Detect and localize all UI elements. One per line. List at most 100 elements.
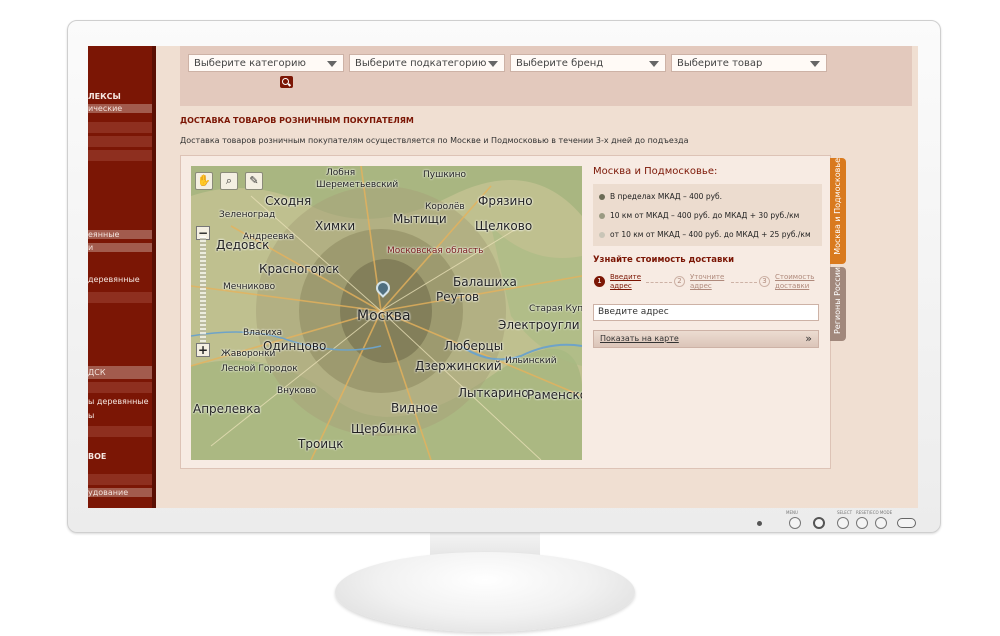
zoom-in-button[interactable]: + — [196, 343, 210, 357]
page-title: ДОСТАВКА ТОВАРОВ РОЗНИЧНЫМ ПОКУПАТЕЛЯМ — [180, 116, 414, 125]
city-label: Дзержинский — [415, 359, 502, 373]
step-delivery-cost[interactable]: Стоимость доставки — [775, 273, 814, 291]
chevron-down-icon — [488, 61, 498, 67]
chevron-down-icon — [810, 61, 820, 67]
address-input[interactable]: Введите адрес — [593, 304, 819, 321]
tab-russian-regions[interactable]: Регионы России — [830, 267, 846, 341]
sidebar-item-5[interactable]: ДСК — [88, 366, 152, 379]
city-label: Апрелевка — [193, 402, 261, 416]
tab-label: Регионы России — [833, 267, 842, 335]
monitor-button-menu[interactable] — [813, 517, 825, 529]
sidebar-item-6[interactable]: ы деревянные — [88, 397, 152, 406]
region-label: Московская область — [387, 246, 484, 256]
step-label: Уточните — [690, 273, 725, 281]
city-label: Москва — [357, 308, 411, 324]
step-connector — [731, 282, 757, 283]
zone-dot-icon — [599, 232, 605, 238]
step-label: доставки — [775, 282, 810, 290]
region-title: Москва и Подмосковье: — [593, 166, 718, 177]
sidebar-separator — [88, 136, 152, 147]
step-refine-address[interactable]: Уточните адрес — [690, 273, 724, 291]
sidebar-separator — [88, 150, 152, 161]
step-label: Введите — [610, 273, 642, 281]
sidebar-item-1[interactable]: ические — [88, 104, 152, 113]
brand-select[interactable]: Выберите бренд — [510, 54, 666, 72]
menu-label: MENU — [786, 510, 798, 515]
step-label: адрес — [690, 282, 712, 290]
city-label: Ильинский — [505, 356, 557, 366]
tab-moscow-region[interactable]: Москва и Подмосковье — [830, 158, 846, 264]
monitor-button-select[interactable] — [837, 517, 849, 529]
city-label: Красногорск — [259, 262, 340, 276]
delivery-zones: В пределах МКАД – 400 руб. 10 км от МКАД… — [593, 184, 822, 246]
double-chevron-right-icon: » — [805, 332, 812, 345]
brand-select-value: Выберите бренд — [516, 58, 604, 69]
sidebar-edge — [152, 46, 156, 508]
city-label: Реутов — [436, 290, 480, 304]
product-select[interactable]: Выберите товар — [671, 54, 827, 72]
sidebar-item-4[interactable]: деревянные — [88, 275, 152, 284]
step-number: 3 — [759, 276, 770, 287]
city-label: Троицк — [298, 437, 344, 451]
city-label: Старая Купавна — [529, 304, 582, 314]
step-number: 2 — [674, 276, 685, 287]
city-label: Зеленоград — [219, 210, 276, 220]
zoom-icon[interactable]: ⌕ — [220, 172, 238, 190]
city-label: Щелково — [475, 219, 533, 233]
category-select[interactable]: Выберите категорию — [188, 54, 344, 72]
zone-text: 10 км от МКАД – 400 руб. до МКАД + 30 ру… — [610, 211, 800, 220]
city-label: Пушкино — [423, 170, 467, 180]
show-on-map-button[interactable]: Показать на карте » — [593, 330, 819, 348]
step-label: адрес — [610, 282, 632, 290]
city-label: Сходня — [265, 194, 312, 208]
city-label: Жаворонки — [221, 349, 276, 359]
sidebar-item-0[interactable]: ЛЕКСЫ — [88, 92, 152, 101]
city-label: Андреевка — [243, 232, 295, 242]
sidebar-item-9[interactable]: удование — [88, 488, 152, 497]
zone-dot-icon — [599, 194, 605, 200]
step-enter-address[interactable]: Введите адрес — [610, 273, 641, 291]
city-label: Раменское — [527, 388, 582, 402]
city-label: Лобня — [326, 168, 356, 178]
hand-icon[interactable]: ✋ — [195, 172, 213, 190]
monitor-button-3[interactable] — [856, 517, 868, 529]
sidebar-item-2[interactable]: еянные — [88, 230, 152, 239]
city-label: Химки — [315, 219, 356, 233]
monitor-stand — [335, 552, 635, 632]
ruler-icon[interactable]: ✎ — [245, 172, 263, 190]
chevron-down-icon — [327, 61, 337, 67]
zoom-slider[interactable] — [200, 236, 206, 344]
sidebar-separator — [88, 474, 152, 485]
chevron-down-icon — [649, 61, 659, 67]
city-label: Мечниково — [223, 282, 276, 292]
category-select-value: Выберите категорию — [194, 58, 306, 69]
zone-dot-icon — [599, 213, 605, 219]
sidebar-separator — [88, 122, 152, 133]
sidebar-item-7[interactable]: ы — [88, 411, 152, 420]
subcategory-select-value: Выберите подкатегорию — [355, 58, 487, 69]
search-icon[interactable] — [280, 76, 293, 88]
show-on-map-label: Показать на карте — [600, 334, 679, 343]
city-label: Лесной Городок — [221, 364, 298, 374]
subcategory-select[interactable]: Выберите подкатегорию — [349, 54, 505, 72]
zone-item: В пределах МКАД – 400 руб. — [599, 192, 722, 201]
monitor-button-1[interactable] — [789, 517, 801, 529]
sidebar-item-8[interactable]: ВОЕ — [88, 452, 152, 461]
city-label: Королёв — [425, 202, 465, 212]
zone-item: от 10 км от МКАД – 400 руб. до МКАД + 25… — [599, 230, 811, 239]
step-number: 1 — [594, 276, 605, 287]
zone-text: от 10 км от МКАД – 400 руб. до МКАД + 25… — [610, 230, 811, 239]
zone-item: 10 км от МКАД – 400 руб. до МКАД + 30 ру… — [599, 211, 799, 220]
monitor-button-reset[interactable] — [875, 517, 887, 529]
filter-bar: Выберите категорию Выберите подкатегорию… — [180, 46, 912, 106]
reset-label: RESET/ECO MODE — [856, 510, 893, 515]
page-description: Доставка товаров розничным покупателям о… — [180, 136, 689, 145]
delivery-panel: Лобня Пушкино Шереметьевский Сходня Фряз… — [180, 155, 831, 469]
calc-title: Узнайте стоимость доставки — [593, 255, 735, 265]
city-label: Балашиха — [453, 275, 517, 289]
sidebar-item-3[interactable]: и — [88, 243, 152, 252]
power-button[interactable] — [897, 518, 916, 528]
city-label: Щербинка — [351, 422, 417, 436]
delivery-map[interactable]: Лобня Пушкино Шереметьевский Сходня Фряз… — [191, 166, 582, 460]
power-led — [757, 521, 762, 526]
